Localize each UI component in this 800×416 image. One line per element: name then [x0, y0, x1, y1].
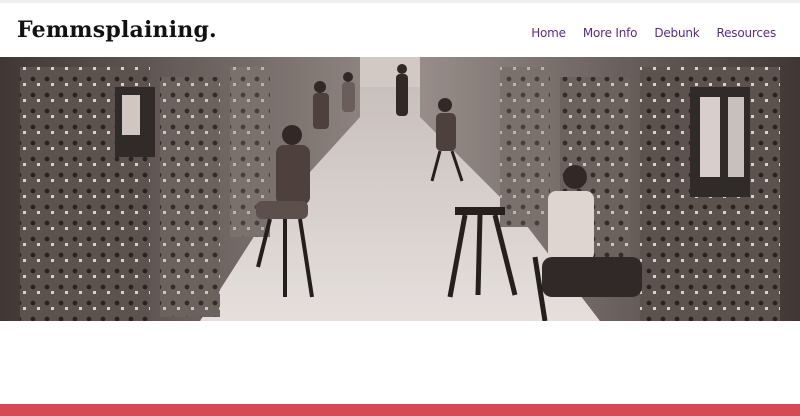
nav-more-info-link[interactable]: More Info — [583, 26, 638, 40]
hero-photo — [0, 57, 800, 321]
content-area — [0, 321, 800, 405]
nav-debunk-link[interactable]: Debunk — [654, 26, 699, 40]
main-nav: Home More Info Debunk Resources — [531, 26, 776, 40]
hero-image — [0, 57, 800, 321]
site-logo-link[interactable]: Femmsplaining. — [17, 17, 217, 43]
nav-home-link[interactable]: Home — [531, 26, 566, 40]
footer-accent-bar — [0, 404, 800, 416]
site-header: Femmsplaining. Home More Info Debunk Res… — [0, 3, 800, 57]
nav-resources-link[interactable]: Resources — [717, 26, 777, 40]
